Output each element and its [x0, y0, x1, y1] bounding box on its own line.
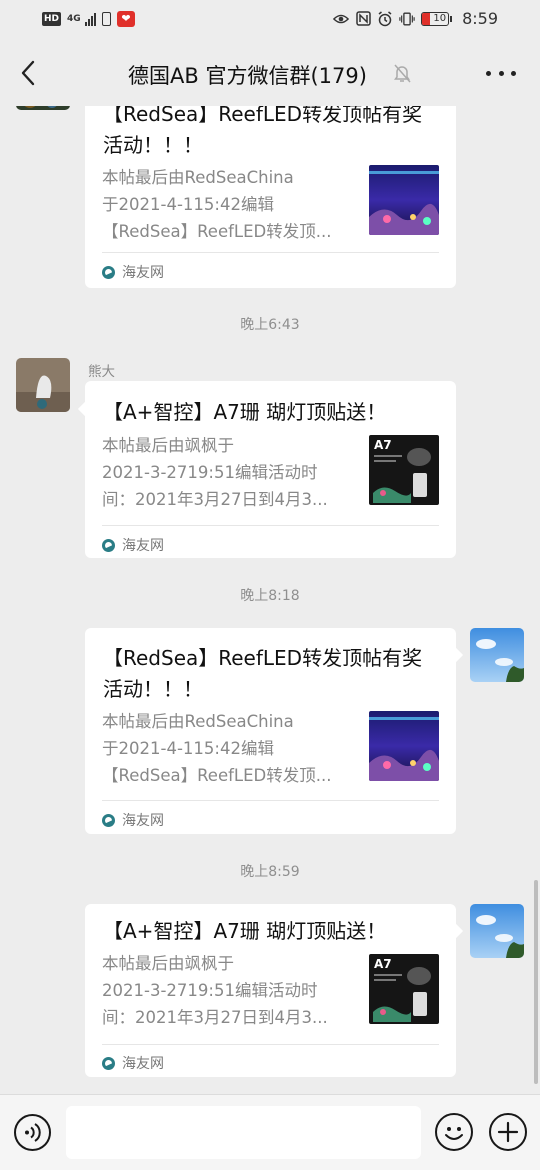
timestamp: 晚上8:59 — [240, 864, 300, 880]
status-bar: HD 4G ❤ 10 8:59 — [0, 0, 540, 40]
site-logo-icon — [102, 1056, 115, 1070]
card-description: 本帖最后由RedSeaChina 于2021-4-115:42编辑 【RedSe… — [102, 164, 350, 245]
voice-icon — [25, 1123, 41, 1142]
chevron-left-icon — [21, 60, 35, 86]
alarm-icon — [377, 10, 393, 27]
site-logo-icon — [102, 538, 115, 552]
link-card[interactable]: 【RedSea】ReefLED转发顶帖有奖活动！！！ 本帖最后由RedSeaCh… — [85, 106, 456, 288]
thumb-label: A7 — [374, 957, 392, 971]
card-divider — [102, 525, 439, 526]
link-card[interactable]: 【RedSea】ReefLED转发顶帖有奖活动！！！ 本帖最后由RedSeaCh… — [85, 628, 456, 834]
status-left: HD 4G ❤ — [42, 11, 136, 27]
more-options-button[interactable] — [486, 66, 516, 80]
card-desc-line: 本帖最后由RedSeaChina — [102, 168, 294, 187]
smiley-icon — [445, 1127, 463, 1140]
card-source: 海友网 — [102, 1053, 164, 1073]
battery-icon: 10 — [421, 11, 453, 26]
timestamp: 晚上8:18 — [240, 588, 300, 604]
card-divider — [102, 800, 439, 801]
source-name: 海友网 — [122, 813, 164, 829]
link-card[interactable]: 【A+智控】A7珊 瑚灯顶贴送！ 本帖最后由飒枫于 2021-3-2719:51… — [85, 904, 456, 1077]
nfc-icon — [355, 11, 371, 27]
card-desc-line: 【RedSea】ReefLED转发顶... — [102, 766, 332, 785]
card-desc-line: 本帖最后由飒枫于 — [102, 436, 234, 455]
card-divider — [102, 252, 439, 253]
card-source: 海友网 — [102, 535, 164, 555]
card-desc-line: 【RedSea】ReefLED转发顶... — [102, 222, 332, 241]
link-card[interactable]: 【A+智控】A7珊 瑚灯顶贴送！ 本帖最后由飒枫于 2021-3-2719:51… — [85, 381, 456, 558]
card-desc-line: 2021-3-2719:51编辑活动时 — [102, 463, 318, 482]
card-title: 【RedSea】ReefLED转发顶帖有奖活动！！！ — [103, 646, 423, 701]
status-right: 10 8:59 — [333, 9, 498, 28]
card-description: 本帖最后由飒枫于 2021-3-2719:51编辑活动时 间：2021年3月27… — [102, 950, 350, 1031]
voice-input-button[interactable] — [14, 1114, 51, 1151]
card-description: 本帖最后由RedSeaChina 于2021-4-115:42编辑 【RedSe… — [102, 708, 350, 789]
card-desc-line: 间：2021年3月27日到4月3... — [102, 490, 328, 509]
battery-level: 10 — [433, 12, 447, 24]
card-source: 海友网 — [102, 262, 164, 282]
card-desc-line: 本帖最后由RedSeaChina — [102, 712, 294, 731]
emoji-button[interactable] — [435, 1113, 473, 1151]
signal-icon — [85, 12, 97, 26]
avatar[interactable] — [16, 106, 70, 110]
card-desc-line: 于2021-4-115:42编辑 — [102, 739, 274, 758]
card-desc-line: 于2021-4-115:42编辑 — [102, 195, 274, 214]
mute-bell-icon — [391, 62, 413, 84]
plus-icon — [497, 1121, 519, 1143]
source-name: 海友网 — [122, 1056, 164, 1072]
status-time: 8:59 — [462, 9, 498, 28]
avatar[interactable] — [470, 628, 524, 682]
scrollbar[interactable] — [534, 880, 538, 1084]
eye-icon — [333, 11, 350, 27]
card-desc-line: 2021-3-2719:51编辑活动时 — [102, 981, 318, 1000]
thumb-label: A7 — [374, 438, 392, 452]
hd-badge: HD — [42, 12, 62, 26]
card-source: 海友网 — [102, 810, 164, 830]
card-description: 本帖最后由飒枫于 2021-3-2719:51编辑活动时 间：2021年3月27… — [102, 432, 350, 513]
back-button[interactable] — [12, 56, 44, 90]
message-text-input[interactable] — [66, 1106, 421, 1159]
card-divider — [102, 1044, 439, 1045]
avatar[interactable] — [470, 904, 524, 958]
card-title: 【A+智控】A7珊 瑚灯顶贴送！ — [103, 919, 387, 943]
message-input-bar — [0, 1094, 540, 1170]
chat-header: 德国AB 官方微信群(179) — [0, 40, 540, 106]
source-name: 海友网 — [122, 538, 164, 554]
aquarium-thumbnail — [369, 165, 439, 235]
app-notification-icon: ❤ — [117, 11, 136, 27]
timestamp: 晚上6:43 — [240, 317, 300, 333]
site-logo-icon — [102, 813, 115, 827]
card-title: 【RedSea】ReefLED转发顶帖有奖活动！！！ — [103, 106, 423, 157]
avatar[interactable] — [16, 358, 70, 412]
a7-light-thumbnail: A7 — [369, 435, 439, 505]
card-desc-line: 间：2021年3月27日到4月3... — [102, 1008, 328, 1027]
network-type: 4G — [67, 14, 81, 24]
site-logo-icon — [102, 265, 115, 279]
more-functions-button[interactable] — [489, 1113, 527, 1151]
a7-light-thumbnail: A7 — [369, 954, 439, 1024]
chat-message-list[interactable]: 【RedSea】ReefLED转发顶帖有奖活动！！！ 本帖最后由RedSeaCh… — [0, 106, 540, 1094]
sim-icon — [102, 12, 112, 26]
vibrate-icon — [399, 11, 415, 27]
source-name: 海友网 — [122, 265, 164, 281]
chat-title: 德国AB 官方微信群(179) — [128, 64, 367, 88]
sender-name: 熊大 — [88, 364, 115, 380]
aquarium-thumbnail — [369, 711, 439, 781]
card-desc-line: 本帖最后由飒枫于 — [102, 954, 234, 973]
card-title: 【A+智控】A7珊 瑚灯顶贴送！ — [103, 400, 387, 424]
